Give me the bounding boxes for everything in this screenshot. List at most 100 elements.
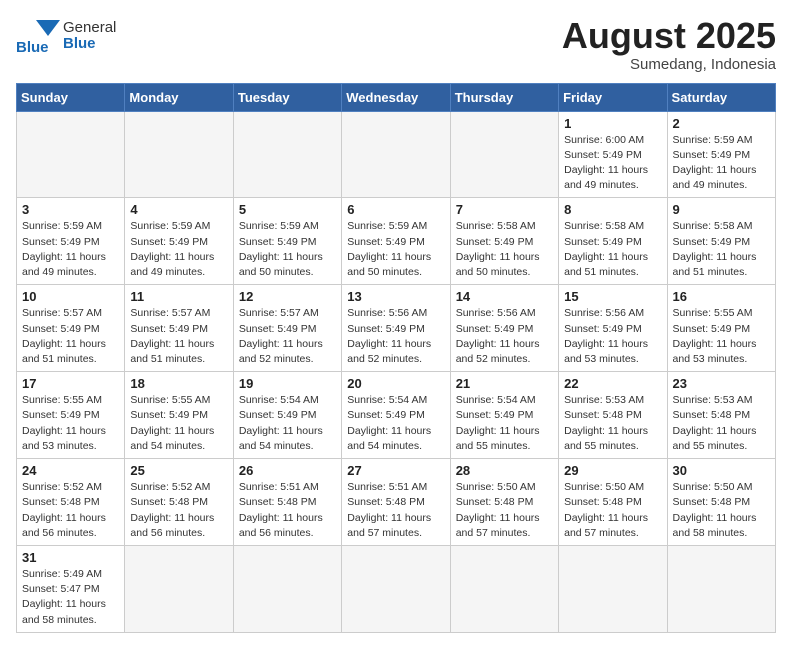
calendar-day-cell: 7 Sunrise: 5:58 AM Sunset: 5:49 PM Daylig… [450,198,558,285]
calendar-day-cell: 6Sunrise: 5:59 AM Sunset: 5:49 PM Daylig… [342,198,450,285]
day-info: Sunrise: 5:52 AM Sunset: 5:48 PM Dayligh… [130,480,227,541]
day-number: 31 [22,550,119,565]
title-area: August 2025 Sumedang, Indonesia [562,16,776,73]
calendar-day-cell: 2 Sunrise: 5:59 AM Sunset: 5:49 PM Daylig… [667,111,775,198]
calendar-day-cell: 24Sunrise: 5:52 AM Sunset: 5:48 PM Dayli… [17,459,125,546]
calendar-day-cell [17,111,125,198]
weekday-header-friday: Friday [559,83,667,111]
day-number: 21 [456,376,553,391]
calendar-day-cell: 14Sunrise: 5:56 AM Sunset: 5:49 PM Dayli… [450,285,558,372]
day-number: 5 [239,202,336,217]
day-number: 6 [347,202,444,217]
day-info: Sunrise: 5:57 AM Sunset: 5:49 PM Dayligh… [239,306,336,367]
day-number: 23 [673,376,770,391]
calendar-day-cell [125,111,233,198]
day-info: Sunrise: 5:49 AM Sunset: 5:47 PM Dayligh… [22,567,119,628]
day-info: Sunrise: 5:53 AM Sunset: 5:48 PM Dayligh… [673,393,770,454]
calendar-day-cell: 16 Sunrise: 5:55 AM Sunset: 5:49 PM Dayli… [667,285,775,372]
calendar-day-cell: 22Sunrise: 5:53 AM Sunset: 5:48 PM Dayli… [559,372,667,459]
calendar-day-cell: 13 Sunrise: 5:56 AM Sunset: 5:49 PM Dayli… [342,285,450,372]
calendar-week-row: 31 Sunrise: 5:49 AM Sunset: 5:47 PM Dayli… [17,545,776,632]
day-info: Sunrise: 5:58 AM Sunset: 5:49 PM Dayligh… [564,219,661,280]
day-number: 9 [673,202,770,217]
calendar-day-cell: 17 Sunrise: 5:55 AM Sunset: 5:49 PM Dayli… [17,372,125,459]
calendar-day-cell: 19 Sunrise: 5:54 AM Sunset: 5:49 PM Dayli… [233,372,341,459]
day-info: Sunrise: 5:57 AM Sunset: 5:49 PM Dayligh… [130,306,227,367]
calendar-day-cell [233,111,341,198]
calendar-day-cell: 4 Sunrise: 5:59 AM Sunset: 5:49 PM Daylig… [125,198,233,285]
day-number: 16 [673,289,770,304]
day-number: 18 [130,376,227,391]
day-number: 13 [347,289,444,304]
day-info: Sunrise: 5:52 AM Sunset: 5:48 PM Dayligh… [22,480,119,541]
day-number: 25 [130,463,227,478]
calendar-week-row: 17 Sunrise: 5:55 AM Sunset: 5:49 PM Dayli… [17,372,776,459]
calendar-day-cell: 27Sunrise: 5:51 AM Sunset: 5:48 PM Dayli… [342,459,450,546]
day-number: 2 [673,116,770,131]
day-info: Sunrise: 5:51 AM Sunset: 5:48 PM Dayligh… [239,480,336,541]
day-info: Sunrise: 5:57 AM Sunset: 5:49 PM Dayligh… [22,306,119,367]
day-number: 10 [22,289,119,304]
day-info: Sunrise: 5:55 AM Sunset: 5:49 PM Dayligh… [22,393,119,454]
calendar-day-cell: 10 Sunrise: 5:57 AM Sunset: 5:49 PM Dayli… [17,285,125,372]
day-number: 3 [22,202,119,217]
calendar-day-cell [559,545,667,632]
day-info: Sunrise: 5:56 AM Sunset: 5:49 PM Dayligh… [347,306,444,367]
day-info: Sunrise: 5:55 AM Sunset: 5:49 PM Dayligh… [130,393,227,454]
calendar-day-cell [125,545,233,632]
weekday-header-row: SundayMondayTuesdayWednesdayThursdayFrid… [17,83,776,111]
weekday-header-tuesday: Tuesday [233,83,341,111]
day-number: 29 [564,463,661,478]
location-subtitle: Sumedang, Indonesia [562,56,776,73]
day-info: Sunrise: 5:59 AM Sunset: 5:49 PM Dayligh… [239,219,336,280]
day-info: Sunrise: 5:59 AM Sunset: 5:49 PM Dayligh… [22,219,119,280]
calendar-week-row: 10 Sunrise: 5:57 AM Sunset: 5:49 PM Dayli… [17,285,776,372]
calendar-table: SundayMondayTuesdayWednesdayThursdayFrid… [16,83,776,633]
day-info: Sunrise: 5:59 AM Sunset: 5:49 PM Dayligh… [673,133,770,194]
day-number: 15 [564,289,661,304]
day-number: 17 [22,376,119,391]
day-number: 1 [564,116,661,131]
day-info: Sunrise: 5:53 AM Sunset: 5:48 PM Dayligh… [564,393,661,454]
day-number: 11 [130,289,227,304]
day-info: Sunrise: 5:59 AM Sunset: 5:49 PM Dayligh… [130,219,227,280]
calendar-day-cell [450,545,558,632]
weekday-header-sunday: Sunday [17,83,125,111]
calendar-week-row: 24Sunrise: 5:52 AM Sunset: 5:48 PM Dayli… [17,459,776,546]
day-number: 4 [130,202,227,217]
logo-blue-text: Blue [63,36,116,53]
calendar-day-cell: 26Sunrise: 5:51 AM Sunset: 5:48 PM Dayli… [233,459,341,546]
day-info: Sunrise: 5:50 AM Sunset: 5:48 PM Dayligh… [564,480,661,541]
day-info: Sunrise: 5:58 AM Sunset: 5:49 PM Dayligh… [456,219,553,280]
calendar-day-cell: 20 Sunrise: 5:54 AM Sunset: 5:49 PM Dayli… [342,372,450,459]
calendar-day-cell: 8 Sunrise: 5:58 AM Sunset: 5:49 PM Daylig… [559,198,667,285]
svg-text:Blue: Blue [16,39,49,56]
day-number: 19 [239,376,336,391]
calendar-day-cell: 1 Sunrise: 6:00 AM Sunset: 5:49 PM Daylig… [559,111,667,198]
calendar-day-cell: 25 Sunrise: 5:52 AM Sunset: 5:48 PM Dayli… [125,459,233,546]
calendar-day-cell [342,111,450,198]
day-info: Sunrise: 5:56 AM Sunset: 5:49 PM Dayligh… [564,306,661,367]
logo: BlueGeneralBlue [16,16,116,56]
day-info: Sunrise: 5:54 AM Sunset: 5:49 PM Dayligh… [347,393,444,454]
calendar-day-cell [450,111,558,198]
day-number: 7 [456,202,553,217]
day-info: Sunrise: 5:58 AM Sunset: 5:49 PM Dayligh… [673,219,770,280]
month-title: August 2025 [562,16,776,56]
day-number: 30 [673,463,770,478]
generalblue-icon: Blue [16,16,60,56]
calendar-day-cell: 9 Sunrise: 5:58 AM Sunset: 5:49 PM Daylig… [667,198,775,285]
calendar-day-cell: 23 Sunrise: 5:53 AM Sunset: 5:48 PM Dayli… [667,372,775,459]
day-info: Sunrise: 5:50 AM Sunset: 5:48 PM Dayligh… [456,480,553,541]
day-info: Sunrise: 6:00 AM Sunset: 5:49 PM Dayligh… [564,133,661,194]
day-info: Sunrise: 5:54 AM Sunset: 5:49 PM Dayligh… [239,393,336,454]
day-number: 8 [564,202,661,217]
day-info: Sunrise: 5:55 AM Sunset: 5:49 PM Dayligh… [673,306,770,367]
calendar-day-cell: 31 Sunrise: 5:49 AM Sunset: 5:47 PM Dayli… [17,545,125,632]
calendar-day-cell: 12Sunrise: 5:57 AM Sunset: 5:49 PM Dayli… [233,285,341,372]
day-number: 28 [456,463,553,478]
day-number: 20 [347,376,444,391]
calendar-day-cell: 18 Sunrise: 5:55 AM Sunset: 5:49 PM Dayli… [125,372,233,459]
calendar-day-cell [233,545,341,632]
calendar-day-cell [342,545,450,632]
